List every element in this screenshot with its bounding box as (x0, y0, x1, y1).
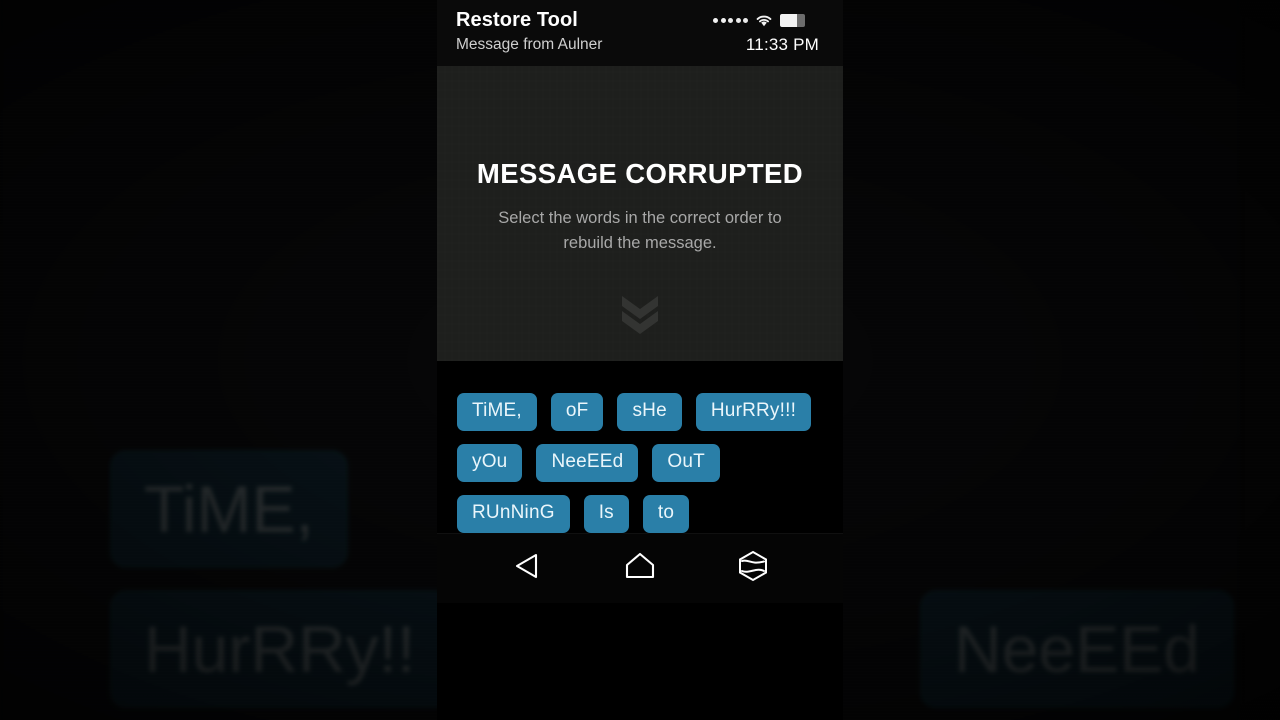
backdrop-chip-hurry: HurRRy!! (110, 590, 450, 708)
header-row-primary: Restore Tool (456, 6, 819, 34)
wifi-icon (755, 13, 773, 27)
word-chip[interactable]: OuT (652, 444, 720, 482)
word-chip[interactable]: Is (583, 495, 629, 533)
app-title: Restore Tool (456, 8, 578, 31)
word-chip[interactable]: HurRRy!!! (695, 393, 812, 431)
system-navigation-bar (437, 533, 843, 603)
phone-viewport: Restore Tool Message from Aulner 11:33 P… (437, 0, 843, 720)
recents-button[interactable] (726, 546, 780, 592)
double-chevron-down-icon (617, 292, 663, 334)
word-chip[interactable]: sHe (617, 393, 682, 431)
screen-root: to ge. TiME, HurRRy!! NeeEEd Restore Too… (0, 0, 1280, 720)
backdrop-chip-time: TiME, (110, 450, 348, 568)
app-header: Restore Tool Message from Aulner 11:33 P… (437, 0, 843, 66)
word-chip[interactable]: to (642, 495, 690, 533)
word-chip[interactable]: NeeEEd (536, 444, 639, 482)
word-chip[interactable]: TiME, (457, 393, 537, 431)
home-button[interactable] (613, 546, 667, 592)
word-chip[interactable]: oF (550, 393, 604, 431)
corrupted-title: MESSAGE CORRUPTED (476, 158, 804, 189)
backdrop-chip-neeeed: NeeEEd (920, 590, 1234, 708)
back-button[interactable] (500, 546, 554, 592)
instructions-text: Select the words in the correct order to… (498, 209, 782, 252)
recents-hexagon-icon (737, 550, 769, 587)
back-triangle-icon (514, 552, 540, 585)
word-chip[interactable]: yOu (457, 444, 523, 482)
status-clock: 11:33 PM (745, 35, 819, 54)
message-card: MESSAGE CORRUPTED Select the words in th… (437, 66, 843, 361)
home-icon (624, 551, 656, 586)
app-subtitle: Message from Aulner (456, 36, 603, 53)
word-chip-tray: TiME, oF sHe HurRRy!!! yOu NeeEEd OuT RU… (437, 361, 843, 533)
battery-icon (780, 13, 805, 27)
system-status-icons (713, 13, 819, 27)
signal-dots-icon (713, 17, 748, 23)
word-chip[interactable]: RUnNinG (457, 495, 570, 533)
header-row-secondary: Message from Aulner 11:33 PM (456, 33, 819, 57)
